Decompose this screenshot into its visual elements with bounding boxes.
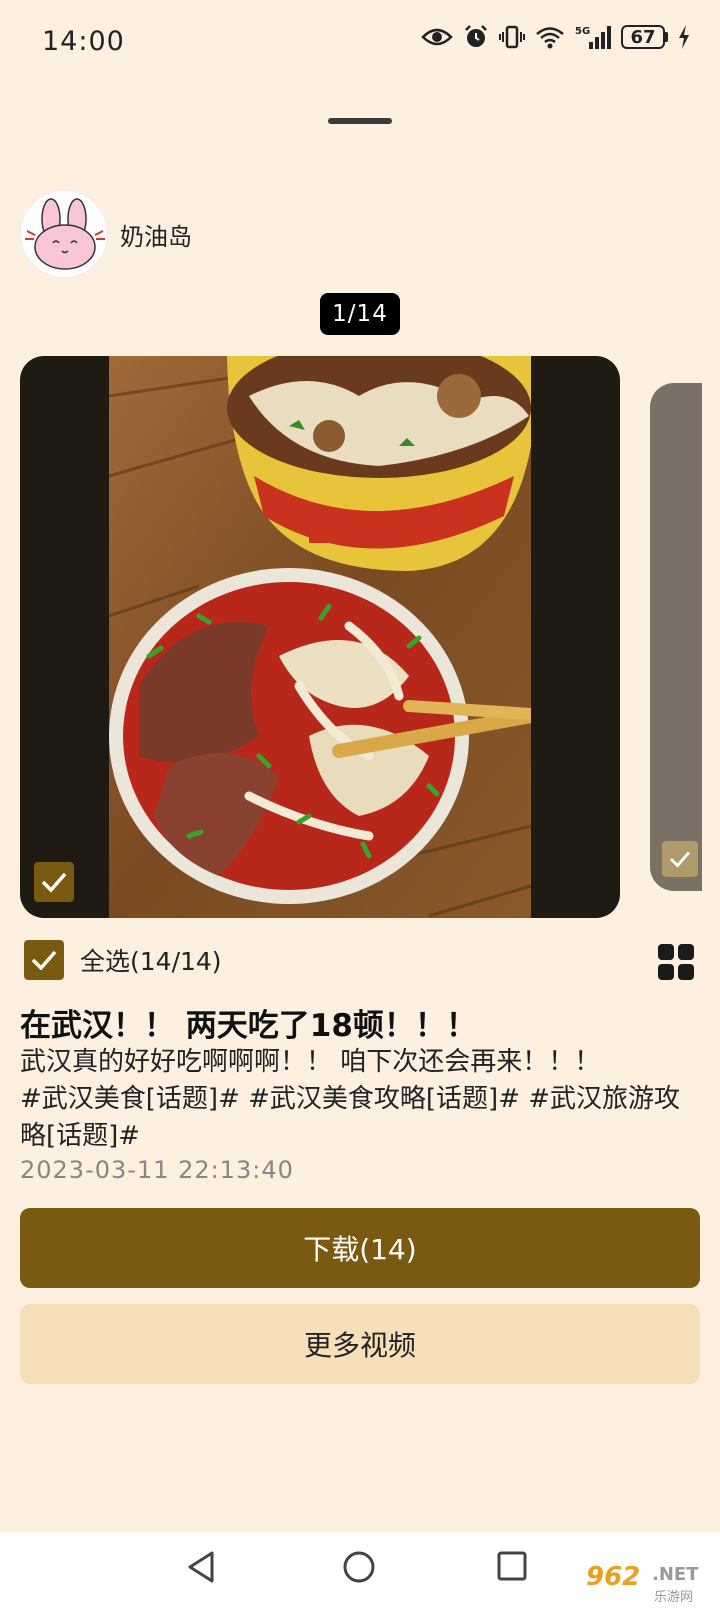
post-title: 在武汉！！ 两天吃了18顿！！！ — [20, 1008, 477, 1044]
download-button[interactable]: 下载(14) — [20, 1208, 700, 1288]
alarm-icon — [465, 25, 487, 47]
select-all-checkbox[interactable] — [24, 940, 64, 980]
media-card-current[interactable] — [20, 356, 620, 918]
grid-view-icon[interactable] — [658, 944, 694, 980]
post-body: 武汉真的好好吃啊啊啊！！ 咱下次还会再来！！！ #武汉美食[话题]# #武汉美食… — [20, 1044, 700, 1155]
select-all-row[interactable]: 全选(14/14) — [24, 940, 222, 980]
page-indicator: 1/14 — [320, 293, 400, 335]
bunny-avatar-icon — [21, 191, 107, 277]
eye-icon — [421, 28, 453, 46]
vibrate-icon — [499, 25, 525, 49]
food-photo — [109, 356, 531, 918]
home-icon[interactable] — [342, 1550, 376, 1584]
status-icons: 5G 67 — [421, 24, 690, 50]
sheet-drag-handle[interactable] — [328, 118, 392, 124]
author-row[interactable]: 奶油岛 — [20, 190, 192, 278]
watermark-number: 962 — [586, 1562, 641, 1592]
site-watermark: 962 .NET 乐游网 — [578, 1560, 714, 1606]
more-videos-button[interactable]: 更多视频 — [20, 1304, 700, 1384]
battery-indicator: 67 — [621, 25, 668, 49]
watermark-site: 乐游网 — [654, 1590, 694, 1605]
status-time: 14:00 — [42, 26, 125, 57]
battery-level: 67 — [621, 25, 665, 49]
checkmark-icon — [669, 851, 691, 868]
charging-icon — [679, 25, 689, 49]
author-name[interactable]: 奶油岛 — [120, 217, 192, 252]
post-date: 2023-03-11 22:13:40 — [20, 1156, 294, 1184]
media-card-next[interactable] — [650, 383, 702, 891]
wifi-icon — [536, 27, 564, 49]
select-all-label[interactable]: 全选(14/14) — [80, 942, 222, 978]
post-hashtags: #武汉美食[话题]# #武汉美食攻略[话题]# #武汉旅游攻略[话题]# — [20, 1084, 681, 1151]
signal-5g-icon: 5G — [575, 26, 611, 49]
post-body-text: 武汉真的好好吃啊啊啊！！ 咱下次还会再来！！！ — [20, 1047, 601, 1077]
avatar[interactable] — [20, 190, 108, 278]
svg-text:5G: 5G — [575, 26, 590, 37]
back-icon[interactable] — [186, 1550, 216, 1584]
checkmark-icon — [31, 950, 57, 971]
recents-icon[interactable] — [496, 1550, 528, 1582]
watermark-suffix: .NET — [652, 1564, 699, 1585]
next-media-select-checkbox[interactable] — [662, 841, 698, 877]
checkmark-icon — [41, 872, 67, 893]
media-select-checkbox[interactable] — [34, 862, 74, 902]
status-bar: 14:00 5G 67 — [0, 0, 720, 84]
